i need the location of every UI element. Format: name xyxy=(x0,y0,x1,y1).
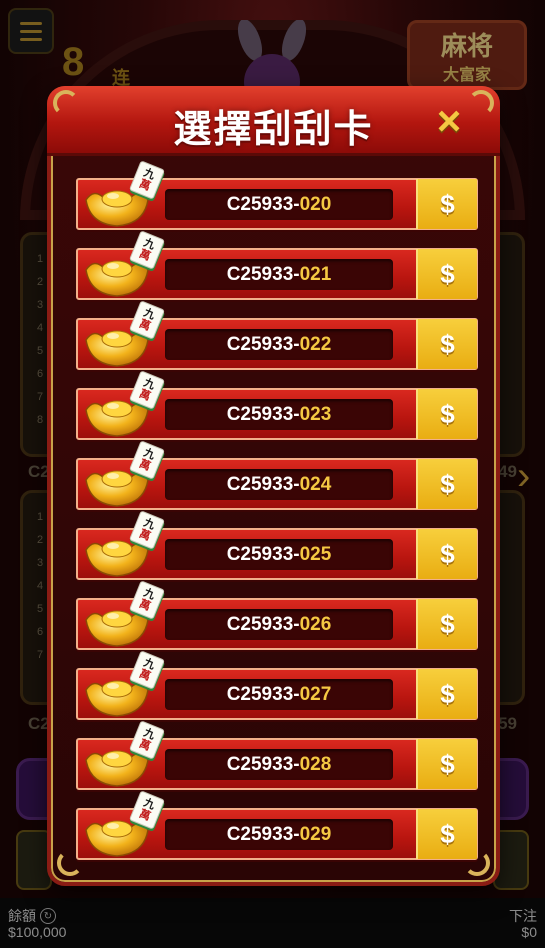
card-serial-prefix: C25933- xyxy=(226,683,300,705)
scratch-card-row[interactable]: 九 萬 C25933- 021 $ xyxy=(76,230,478,300)
card-serial: C25933- 024 xyxy=(165,469,393,500)
card-serial: C25933- 026 xyxy=(165,609,393,640)
scratch-card-row[interactable]: 九 萬 C25933- 020 $ xyxy=(76,160,478,230)
dollar-icon: $ xyxy=(440,538,455,569)
scratch-card-row[interactable]: 九 萬 C25933- 023 $ xyxy=(76,370,478,440)
card-serial-number: 029 xyxy=(299,823,332,845)
card-serial: C25933- 025 xyxy=(165,539,393,570)
scratch-card-row[interactable]: 九 萬 C25933- 024 $ xyxy=(76,440,478,510)
close-icon[interactable]: × xyxy=(428,100,470,142)
card-serial-prefix: C25933- xyxy=(226,613,300,635)
card-serial: C25933- 027 xyxy=(165,679,393,710)
dollar-icon: $ xyxy=(440,468,455,499)
card-serial-number: 024 xyxy=(299,473,332,495)
card-serial-prefix: C25933- xyxy=(226,403,300,425)
card-serial-prefix: C25933- xyxy=(226,823,300,845)
card-serial: C25933- 021 xyxy=(165,259,393,290)
buy-card-button[interactable]: $ xyxy=(416,529,477,579)
card-serial-number: 027 xyxy=(299,683,332,705)
buy-card-button[interactable]: $ xyxy=(416,599,477,649)
scratch-card-row[interactable]: 九 萬 C25933- 025 $ xyxy=(76,510,478,580)
card-serial: C25933- 022 xyxy=(165,329,393,360)
card-serial: C25933- 028 xyxy=(165,749,393,780)
card-serial-number: 020 xyxy=(299,193,332,215)
card-serial: C25933- 020 xyxy=(165,189,393,220)
buy-card-button[interactable]: $ xyxy=(416,319,477,369)
dollar-icon: $ xyxy=(440,328,455,359)
card-serial-prefix: C25933- xyxy=(226,333,300,355)
card-serial-prefix: C25933- xyxy=(226,263,300,285)
buy-card-button[interactable]: $ xyxy=(416,459,477,509)
scratch-card-row[interactable]: 九 萬 C25933- 026 $ xyxy=(76,580,478,650)
scratch-card-row[interactable]: 九 萬 C25933- 028 $ xyxy=(76,720,478,790)
buy-card-button[interactable]: $ xyxy=(416,389,477,439)
dollar-icon: $ xyxy=(440,678,455,709)
scratch-card-row[interactable]: 九 萬 C25933- 029 $ xyxy=(76,790,478,860)
dollar-icon: $ xyxy=(440,818,455,849)
dialog-header: 選擇刮刮卡 × xyxy=(47,86,500,156)
card-serial-number: 022 xyxy=(299,333,332,355)
buy-card-button[interactable]: $ xyxy=(416,249,477,299)
dollar-icon: $ xyxy=(440,748,455,779)
buy-card-button[interactable]: $ xyxy=(416,179,477,229)
card-serial-number: 026 xyxy=(299,613,332,635)
card-serial-prefix: C25933- xyxy=(226,753,300,775)
scratch-card-row[interactable]: 九 萬 C25933- 022 $ xyxy=(76,300,478,370)
card-serial-prefix: C25933- xyxy=(226,193,300,215)
buy-card-button[interactable]: $ xyxy=(416,739,477,789)
buy-card-button[interactable]: $ xyxy=(416,669,477,719)
dollar-icon: $ xyxy=(440,398,455,429)
dollar-icon: $ xyxy=(440,258,455,289)
card-serial-number: 021 xyxy=(299,263,332,285)
buy-card-button[interactable]: $ xyxy=(416,809,477,859)
scratch-card-row[interactable]: 九 萬 C25933- 027 $ xyxy=(76,650,478,720)
card-serial-number: 025 xyxy=(299,543,332,565)
card-serial-number: 023 xyxy=(299,403,332,425)
card-serial: C25933- 029 xyxy=(165,819,393,850)
card-serial-number: 028 xyxy=(299,753,332,775)
card-serial-prefix: C25933- xyxy=(226,543,300,565)
card-serial-prefix: C25933- xyxy=(226,473,300,495)
card-serial: C25933- 023 xyxy=(165,399,393,430)
scratch-card-select-dialog: 選擇刮刮卡 × 九 萬 C25933- 020 $ 九 萬 C25933- 02… xyxy=(47,86,500,886)
dollar-icon: $ xyxy=(440,608,455,639)
dollar-icon: $ xyxy=(440,188,455,219)
